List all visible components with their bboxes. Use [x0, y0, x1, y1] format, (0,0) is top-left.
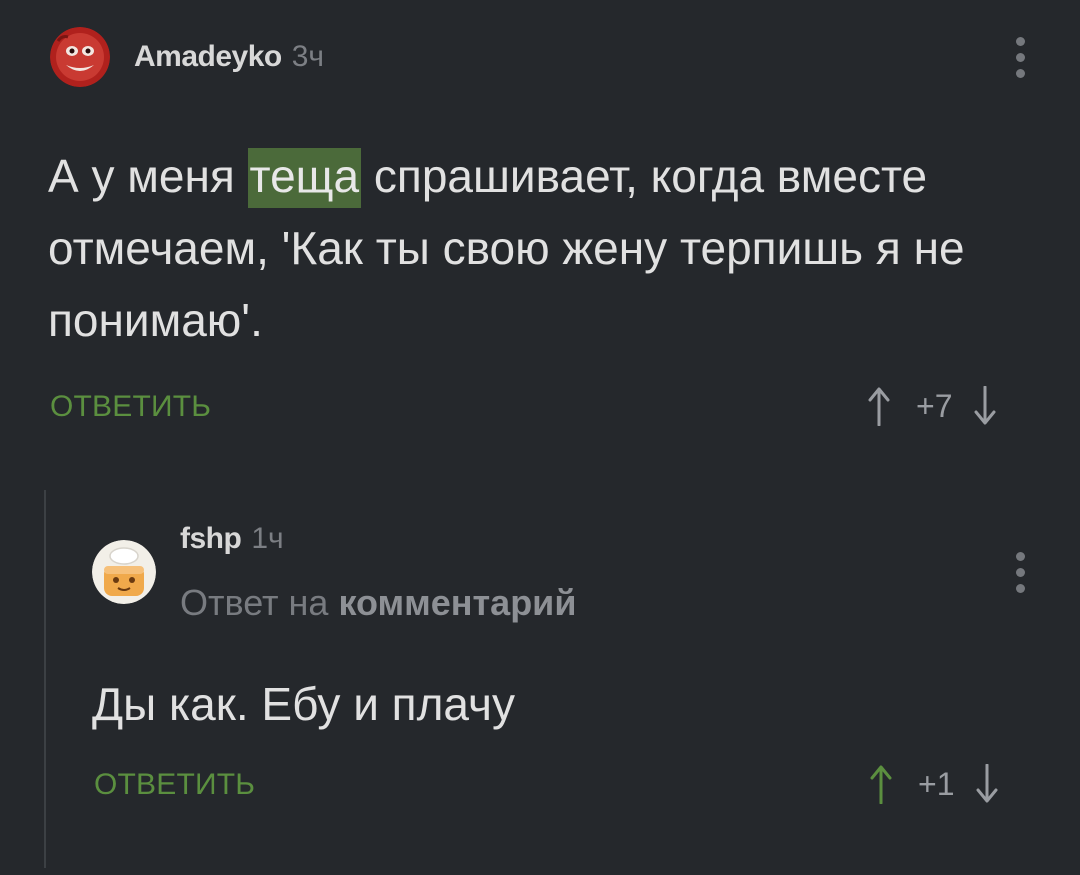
timestamp: 3ч — [291, 40, 325, 73]
arrow-down-icon[interactable] — [976, 764, 998, 804]
rating-value: +1 — [918, 765, 955, 802]
reply-to-link[interactable]: комментарий — [338, 582, 576, 623]
more-vertical-icon[interactable] — [1016, 552, 1025, 593]
highlighted-word: теща — [247, 148, 362, 208]
comment-text: Ды как. Ебу и плачу — [92, 678, 515, 730]
comment-text: А у меня теща спрашивает, когда вместе о… — [48, 140, 1038, 356]
reply-button[interactable]: ОТВЕТИТЬ — [50, 390, 211, 424]
username[interactable]: Amadeyko — [134, 40, 282, 74]
arrow-down-icon[interactable] — [974, 386, 996, 426]
reply-to-prefix: Ответ на — [180, 582, 329, 623]
avatar[interactable] — [92, 540, 156, 604]
reply-to-line: Ответ на комментарий — [180, 582, 576, 624]
rating-controls: +7 — [868, 386, 996, 426]
comments-screen: Amadeyko 3ч А у меня теща спрашивает, ко… — [0, 0, 1080, 875]
comment: Amadeyko 3ч А у меня теща спрашивает, ко… — [0, 0, 1080, 460]
avatar[interactable] — [50, 27, 110, 87]
reply-comment: fshp 1ч Ответ на комментарий Ды как. Ебу… — [0, 460, 1080, 875]
arrow-up-icon[interactable] — [870, 764, 892, 804]
rating-value: +7 — [916, 387, 953, 424]
comment-header: fshp 1ч — [180, 522, 284, 556]
username[interactable]: fshp — [180, 522, 242, 556]
reply-button[interactable]: ОТВЕТИТЬ — [94, 768, 255, 802]
timestamp: 1ч — [251, 522, 284, 555]
rating-controls: +1 — [870, 764, 998, 804]
comment-header: Amadeyko 3ч — [50, 27, 324, 87]
arrow-up-icon[interactable] — [868, 386, 890, 426]
more-vertical-icon[interactable] — [1016, 37, 1025, 78]
comment-text-start: А у меня — [48, 150, 248, 202]
